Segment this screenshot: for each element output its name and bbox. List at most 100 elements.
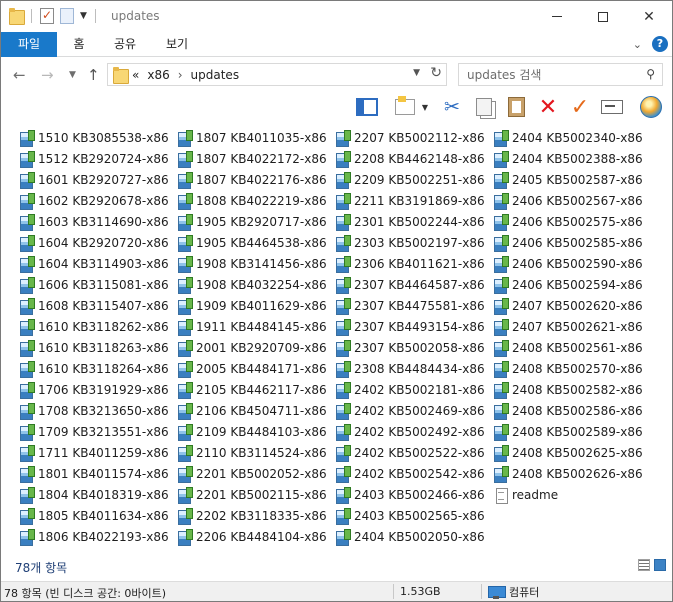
- details-view-icon[interactable]: [638, 559, 650, 571]
- tab-share[interactable]: 공유: [109, 32, 141, 57]
- view-options-chevron-icon[interactable]: ▼: [419, 94, 431, 120]
- file-item[interactable]: 2106 KB4504711-x86: [177, 400, 327, 421]
- file-item[interactable]: 2403 KB5002565-x86: [335, 505, 485, 526]
- file-item[interactable]: 1806 KB4022193-x86: [19, 526, 169, 547]
- file-item[interactable]: 1510 KB3085538-x86: [19, 127, 169, 148]
- file-item[interactable]: readme: [493, 484, 643, 505]
- file-item[interactable]: 1905 KB2920717-x86: [177, 211, 327, 232]
- address-bar[interactable]: « x86 › updates ▼ ↻: [107, 63, 447, 86]
- copy-button[interactable]: [472, 94, 496, 120]
- file-item[interactable]: 2109 KB4484103-x86: [177, 421, 327, 442]
- file-item[interactable]: 2402 KB5002542-x86: [335, 463, 485, 484]
- file-item[interactable]: 2105 KB4462117-x86: [177, 379, 327, 400]
- file-item[interactable]: 2406 KB5002585-x86: [493, 232, 643, 253]
- file-item[interactable]: 2208 KB4462148-x86: [335, 148, 485, 169]
- tab-home[interactable]: 홈: [63, 32, 95, 57]
- file-item[interactable]: 1608 KB3115407-x86: [19, 295, 169, 316]
- file-item[interactable]: 2408 KB5002626-x86: [493, 463, 643, 484]
- search-input[interactable]: [467, 67, 637, 83]
- new-folder-icon[interactable]: [60, 8, 74, 24]
- file-item[interactable]: 2407 KB5002621-x86: [493, 316, 643, 337]
- file-item[interactable]: 1610 KB3118263-x86: [19, 337, 169, 358]
- file-item[interactable]: 2404 KB5002050-x86: [335, 526, 485, 547]
- file-item[interactable]: 1807 KB4022172-x86: [177, 148, 327, 169]
- file-item[interactable]: 1610 KB3118262-x86: [19, 316, 169, 337]
- file-item[interactable]: 2201 KB5002115-x86: [177, 484, 327, 505]
- breadcrumb-item-x86[interactable]: x86: [147, 68, 169, 82]
- file-item[interactable]: 1512 KB2920724-x86: [19, 148, 169, 169]
- breadcrumb-overflow[interactable]: «: [132, 68, 139, 82]
- file-item[interactable]: 1603 KB3114690-x86: [19, 211, 169, 232]
- file-item[interactable]: 1807 KB4011035-x86: [177, 127, 327, 148]
- file-item[interactable]: 2408 KB5002625-x86: [493, 442, 643, 463]
- file-item[interactable]: 2307 KB4475581-x86: [335, 295, 485, 316]
- file-item[interactable]: 2307 KB4493154-x86: [335, 316, 485, 337]
- file-item[interactable]: 1706 KB3191929-x86: [19, 379, 169, 400]
- file-item[interactable]: 2406 KB5002575-x86: [493, 211, 643, 232]
- close-button[interactable]: ✕: [626, 1, 672, 32]
- file-item[interactable]: 2406 KB5002567-x86: [493, 190, 643, 211]
- file-item[interactable]: 1908 KB4032254-x86: [177, 274, 327, 295]
- help-icon[interactable]: ?: [652, 36, 668, 52]
- file-item[interactable]: 2402 KB5002522-x86: [335, 442, 485, 463]
- file-item[interactable]: 1604 KB2920720-x86: [19, 232, 169, 253]
- address-history-chevron-icon[interactable]: ▼: [413, 68, 420, 78]
- properties-button[interactable]: ✓: [568, 94, 592, 120]
- file-item[interactable]: 2403 KB5002466-x86: [335, 484, 485, 505]
- file-item[interactable]: 1905 KB4464538-x86: [177, 232, 327, 253]
- search-icon[interactable]: ⚲: [646, 67, 655, 81]
- file-item[interactable]: 2408 KB5002582-x86: [493, 379, 643, 400]
- file-item[interactable]: 2303 KB5002197-x86: [335, 232, 485, 253]
- file-item[interactable]: 2110 KB3114524-x86: [177, 442, 327, 463]
- properties-icon[interactable]: [40, 8, 54, 24]
- file-item[interactable]: 2301 KB5002244-x86: [335, 211, 485, 232]
- forward-arrow-icon[interactable]: →: [41, 66, 54, 84]
- file-item[interactable]: 2407 KB5002620-x86: [493, 295, 643, 316]
- breadcrumb-separator-icon[interactable]: ›: [178, 68, 183, 82]
- search-box[interactable]: ⚲: [458, 63, 663, 86]
- file-item[interactable]: 1807 KB4022176-x86: [177, 169, 327, 190]
- file-item[interactable]: 2408 KB5002570-x86: [493, 358, 643, 379]
- file-item[interactable]: 2201 KB5002052-x86: [177, 463, 327, 484]
- tab-view[interactable]: 보기: [161, 32, 193, 57]
- maximize-button[interactable]: [580, 1, 626, 32]
- file-item[interactable]: 2307 KB4464587-x86: [335, 274, 485, 295]
- file-item[interactable]: 2402 KB5002492-x86: [335, 421, 485, 442]
- file-item[interactable]: 2001 KB2920709-x86: [177, 337, 327, 358]
- file-item[interactable]: 2307 KB5002058-x86: [335, 337, 485, 358]
- view-options-button[interactable]: [393, 94, 417, 120]
- file-item[interactable]: 2404 KB5002388-x86: [493, 148, 643, 169]
- back-arrow-icon[interactable]: ←: [13, 66, 26, 84]
- file-item[interactable]: 2406 KB5002594-x86: [493, 274, 643, 295]
- file-item[interactable]: 1711 KB4011259-x86: [19, 442, 169, 463]
- file-item[interactable]: 2202 KB3118335-x86: [177, 505, 327, 526]
- refresh-icon[interactable]: ↻: [430, 65, 442, 81]
- file-item[interactable]: 2406 KB5002590-x86: [493, 253, 643, 274]
- file-item[interactable]: 2308 KB4484434-x86: [335, 358, 485, 379]
- file-item[interactable]: 2005 KB4484171-x86: [177, 358, 327, 379]
- file-item[interactable]: 2207 KB5002112-x86: [335, 127, 485, 148]
- file-item[interactable]: 2404 KB5002340-x86: [493, 127, 643, 148]
- file-item[interactable]: 2408 KB5002561-x86: [493, 337, 643, 358]
- file-item[interactable]: 1805 KB4011634-x86: [19, 505, 169, 526]
- file-item[interactable]: 2402 KB5002181-x86: [335, 379, 485, 400]
- file-item[interactable]: 2408 KB5002589-x86: [493, 421, 643, 442]
- minimize-button[interactable]: [534, 1, 580, 32]
- file-item[interactable]: 1708 KB3213650-x86: [19, 400, 169, 421]
- cut-button[interactable]: ✂: [440, 94, 464, 120]
- large-icons-view-icon[interactable]: [654, 559, 666, 571]
- file-item[interactable]: 2211 KB3191869-x86: [335, 190, 485, 211]
- customize-qat-chevron-icon[interactable]: ▼: [80, 11, 87, 21]
- file-item[interactable]: 2408 KB5002586-x86: [493, 400, 643, 421]
- recent-locations-chevron-icon[interactable]: ▼: [69, 70, 76, 80]
- file-item[interactable]: 1606 KB3115081-x86: [19, 274, 169, 295]
- file-item[interactable]: 1909 KB4011629-x86: [177, 295, 327, 316]
- file-item[interactable]: 2206 KB4484104-x86: [177, 526, 327, 547]
- tab-file[interactable]: 파일: [1, 32, 57, 57]
- file-item[interactable]: 1908 KB3141456-x86: [177, 253, 327, 274]
- file-item[interactable]: 2209 KB5002251-x86: [335, 169, 485, 190]
- file-item[interactable]: 2306 KB4011621-x86: [335, 253, 485, 274]
- file-item[interactable]: 1604 KB3114903-x86: [19, 253, 169, 274]
- file-item[interactable]: 2402 KB5002469-x86: [335, 400, 485, 421]
- up-arrow-icon[interactable]: ↑: [87, 66, 100, 84]
